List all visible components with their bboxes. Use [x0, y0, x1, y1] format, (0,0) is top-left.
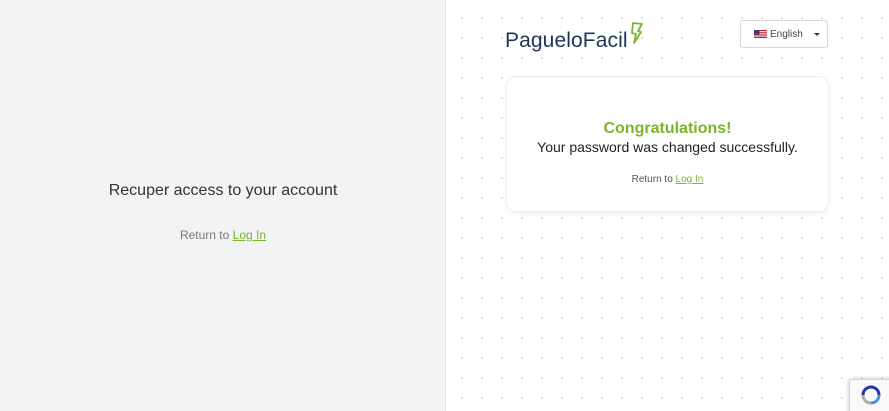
- recover-password-page: Recuper access to your account Return to…: [0, 0, 889, 411]
- right-panel: PagueloFacil English Congratulations! Yo…: [446, 0, 889, 411]
- us-flag-icon: [754, 30, 767, 38]
- card-login-link[interactable]: Log In: [676, 174, 704, 185]
- card-title: Congratulations!: [603, 120, 732, 137]
- language-select[interactable]: English: [740, 20, 828, 48]
- card-message: Your password was changed successfully.: [537, 139, 798, 155]
- left-login-link[interactable]: Log In: [233, 228, 266, 242]
- recaptcha-icon: [860, 384, 882, 411]
- paguelofacil-logo[interactable]: PagueloFacil: [505, 22, 644, 54]
- card-return-prefix: Return to: [631, 174, 673, 185]
- caret-down-icon: [814, 33, 820, 36]
- recaptcha-badge[interactable]: [849, 379, 889, 411]
- card-return-line: Return to Log In: [507, 174, 828, 185]
- logo-leaf-icon: [630, 22, 644, 50]
- left-return-prefix: Return to: [179, 228, 230, 242]
- logo-text: PagueloFacil: [505, 29, 628, 52]
- language-label: English: [770, 28, 803, 40]
- left-return-line: Return to Log In: [0, 228, 446, 242]
- left-title: Recuper access to your account: [108, 182, 338, 199]
- left-panel: Recuper access to your account Return to…: [0, 0, 446, 411]
- success-card: Congratulations! Your password was chang…: [506, 76, 829, 212]
